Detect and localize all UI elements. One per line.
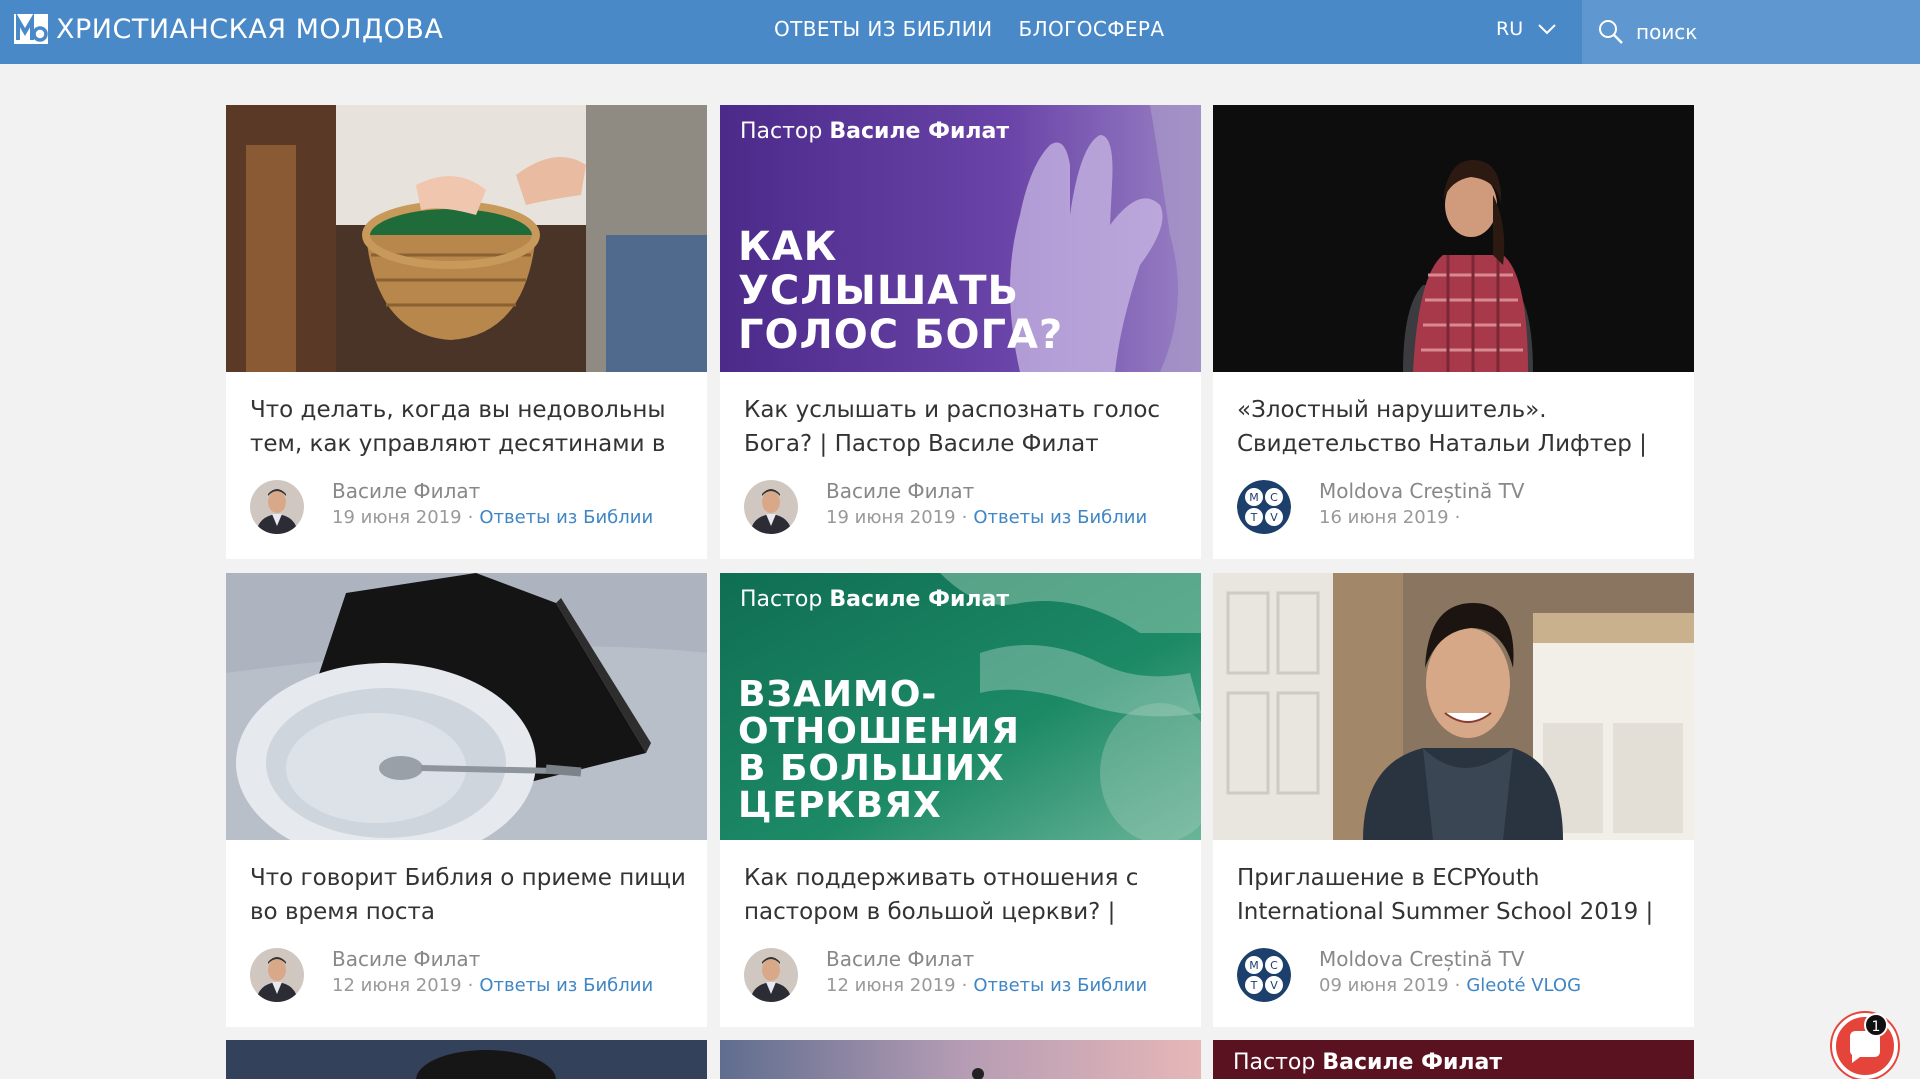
author-name[interactable]: Василе Филат: [826, 479, 974, 503]
card-title[interactable]: Что делать, когда вы недовольны тем, как…: [250, 393, 690, 465]
publish-date: 19 июня 2019: [826, 507, 956, 528]
category-link[interactable]: Ответы из Библии: [479, 975, 653, 996]
language-selector[interactable]: RU: [1496, 18, 1557, 40]
article-card-thumbnail-partial[interactable]: [226, 1040, 707, 1079]
card-title[interactable]: Как поддерживать отношения с пастором в …: [744, 861, 1184, 933]
svg-text:M: M: [1249, 491, 1259, 504]
logo-text: ХРИСТИАНСКАЯ МОЛДОВА: [56, 13, 444, 45]
nav-link-blogosphere[interactable]: БЛОГОСФЕРА: [1018, 17, 1164, 41]
logo-mark-icon: [14, 12, 48, 46]
banner-caption: Пастор Василе Филат: [1233, 1050, 1503, 1075]
banner-caption: Пастор Василе Филат: [740, 119, 1010, 144]
chevron-down-icon: [1538, 24, 1556, 35]
category-link[interactable]: Ответы из Библии: [479, 507, 653, 528]
search-input[interactable]: [1636, 20, 1896, 44]
publish-date: 16 июня 2019: [1319, 507, 1449, 528]
svg-text:V: V: [1270, 979, 1278, 992]
card-meta: 12 июня 2019 · Ответы из Библии: [332, 975, 654, 996]
card-title[interactable]: Приглашение в ECPYouth International Sum…: [1237, 861, 1677, 933]
search-box: [1582, 0, 1920, 64]
author-name[interactable]: Василе Филат: [826, 947, 974, 971]
publish-date: 12 июня 2019: [332, 975, 462, 996]
author-name[interactable]: Moldova Creștină TV: [1319, 479, 1525, 503]
language-label: RU: [1496, 18, 1524, 40]
category-link[interactable]: Ответы из Библии: [973, 975, 1147, 996]
author-avatar[interactable]: [250, 480, 304, 534]
mctv-logo[interactable]: M C T V: [1237, 948, 1291, 1002]
purple-banner: Пастор Василе Филат КАК УСЛЫШАТЬ ГОЛОС Б…: [720, 105, 1201, 372]
author-avatar[interactable]: [744, 948, 798, 1002]
card-meta: 19 июня 2019 · Ответы из Библии: [332, 507, 654, 528]
svg-text:V: V: [1270, 511, 1278, 524]
article-card-thumbnail-partial[interactable]: Пастор Василе Филат: [1213, 1040, 1694, 1079]
banner-headline: ВЗАИМО- ОТНОШЕНИЯ В БОЛЬШИХ ЦЕРКВЯХ: [738, 674, 1020, 826]
category-link[interactable]: Ответы из Библии: [973, 507, 1147, 528]
article-card-thumbnail-partial[interactable]: [720, 1040, 1201, 1079]
svg-text:T: T: [1250, 511, 1258, 524]
publish-date: 12 июня 2019: [826, 975, 956, 996]
mctv-logo[interactable]: M C T V: [1237, 480, 1291, 534]
main-nav: ОТВЕТЫ ИЗ БИБЛИИ БЛОГОСФЕРА: [774, 17, 1190, 41]
card-meta: 19 июня 2019 · Ответы из Библии: [826, 507, 1148, 528]
search-icon[interactable]: [1598, 19, 1624, 45]
author-avatar[interactable]: [744, 480, 798, 534]
banner-headline: КАК УСЛЫШАТЬ ГОЛОС БОГА?: [738, 224, 1064, 358]
bowl-bible-photo: [226, 573, 707, 840]
nav-link-bible-answers[interactable]: ОТВЕТЫ ИЗ БИБЛИИ: [774, 17, 992, 41]
notification-badge: 1: [1864, 1013, 1888, 1037]
article-card[interactable]: Что говорит Библия о приеме пищи во врем…: [226, 573, 707, 1027]
site-logo[interactable]: ХРИСТИАНСКАЯ МОЛДОВА: [14, 11, 443, 47]
article-card[interactable]: Пастор Василе Филат ВЗАИМО- ОТНОШЕНИЯ В …: [720, 573, 1201, 1027]
category-link[interactable]: Gleoté VLOG: [1466, 975, 1581, 996]
green-banner: Пастор Василе Филат ВЗАИМО- ОТНОШЕНИЯ В …: [720, 573, 1201, 840]
banner-caption: Пастор Василе Филат: [740, 587, 1010, 612]
publish-date: 09 июня 2019: [1319, 975, 1449, 996]
article-card[interactable]: Что делать, когда вы недовольны тем, как…: [226, 105, 707, 559]
card-meta: 12 июня 2019 · Ответы из Библии: [826, 975, 1148, 996]
woman-portrait-photo: [1213, 105, 1694, 372]
author-name[interactable]: Василе Филат: [332, 947, 480, 971]
publish-date: 19 июня 2019: [332, 507, 462, 528]
card-title[interactable]: Как услышать и распознать голос Бога? | …: [744, 393, 1184, 465]
card-meta: 16 июня 2019 ·: [1319, 507, 1461, 528]
svg-text:T: T: [1250, 979, 1258, 992]
author-name[interactable]: Василе Филат: [332, 479, 480, 503]
author-avatar[interactable]: [250, 948, 304, 1002]
svg-text:C: C: [1270, 491, 1278, 504]
young-man-vlog-photo: [1213, 573, 1694, 840]
card-title[interactable]: «Злостный нарушитель». Свидетельство Нат…: [1237, 393, 1677, 465]
article-card[interactable]: «Злостный нарушитель». Свидетельство Нат…: [1213, 105, 1694, 559]
offering-basket-photo: [226, 105, 707, 372]
author-name[interactable]: Moldova Creștină TV: [1319, 947, 1525, 971]
article-card[interactable]: Пастор Василе Филат КАК УСЛЫШАТЬ ГОЛОС Б…: [720, 105, 1201, 559]
top-navigation-bar: ХРИСТИАНСКАЯ МОЛДОВА ОТВЕТЫ ИЗ БИБЛИИ БЛ…: [0, 0, 1920, 64]
article-card[interactable]: Приглашение в ECPYouth International Sum…: [1213, 573, 1694, 1027]
svg-text:M: M: [1249, 959, 1259, 972]
card-title[interactable]: Что говорит Библия о приеме пищи во врем…: [250, 861, 690, 933]
card-meta: 09 июня 2019 · Gleoté VLOG: [1319, 975, 1582, 996]
svg-text:C: C: [1270, 959, 1278, 972]
